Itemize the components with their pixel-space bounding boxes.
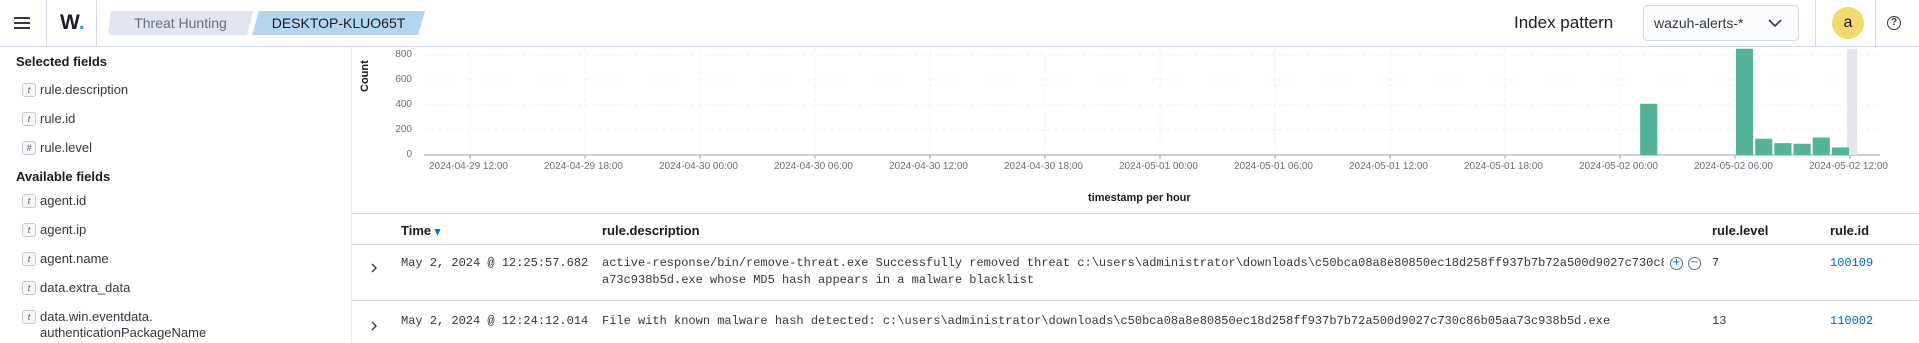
row-rule-level: 7 — [1712, 256, 1720, 270]
field-name: agent.name — [40, 251, 109, 266]
index-pattern-label: Index pattern — [1514, 13, 1614, 32]
string-type-icon: t — [22, 194, 36, 208]
x-tick-label: 2024-04-30 00:00 — [659, 161, 738, 172]
string-type-icon: t — [22, 281, 36, 295]
field-name: agent.id — [40, 193, 87, 208]
header-divider — [46, 0, 47, 47]
header-divider — [96, 0, 97, 47]
chevron-right-icon[interactable] — [368, 320, 380, 332]
x-axis-label: timestamp per hour — [1088, 192, 1191, 204]
header-divider-line — [352, 244, 1919, 245]
header-divider — [1875, 0, 1876, 47]
y-axis-label: Count — [359, 60, 371, 92]
x-tick-label: 2024-05-02 00:00 — [1579, 161, 1658, 172]
histogram-bar — [1831, 147, 1849, 155]
row-description-continued: a73c938b5d.exe whose MD5 hash appears in… — [602, 273, 1035, 287]
column-header-time[interactable]: Time ▾ — [401, 223, 440, 238]
table-top-border — [352, 213, 1919, 214]
field-name: rule.id — [40, 111, 76, 126]
filter-out-value-icon[interactable]: − — [1688, 257, 1701, 270]
index-pattern-value: wazuh-alerts-* — [1654, 15, 1744, 31]
chevron-down-icon — [1768, 19, 1782, 28]
row-description: File with known malware hash detected: c… — [602, 314, 1611, 328]
column-header-rule-level[interactable]: rule.level — [1712, 223, 1768, 238]
top-header: W. Threat Hunting DESKTOP-KLUO65T Index … — [0, 0, 1919, 47]
histogram-bar — [1736, 48, 1754, 155]
field-name-continued: authenticationPackageName — [40, 325, 207, 340]
field-name: rule.level — [40, 140, 93, 155]
x-tick-label: 2024-05-01 18:00 — [1464, 161, 1543, 172]
string-type-icon: t — [22, 83, 36, 97]
number-type-icon: # — [22, 141, 36, 155]
string-type-icon: t — [22, 223, 36, 237]
avatar[interactable]: a — [1832, 7, 1864, 39]
y-tick-label: 200 — [395, 124, 412, 135]
y-tick-label: 800 — [395, 49, 412, 60]
breadcrumb-agent[interactable]: DESKTOP-KLUO65T — [252, 11, 425, 35]
x-tick-label: 2024-04-29 18:00 — [544, 161, 623, 172]
chevron-right-icon[interactable] — [368, 262, 380, 274]
wazuh-logo[interactable]: W. — [60, 11, 85, 35]
y-tick-label: 400 — [395, 99, 412, 110]
index-pattern-select[interactable]: wazuh-alerts-* — [1643, 5, 1799, 41]
histogram-bar — [1640, 103, 1658, 155]
y-tick-label: 600 — [395, 74, 412, 85]
row-time: May 2, 2024 @ 12:24:12.014 — [401, 314, 589, 328]
row-rule-level: 13 — [1712, 314, 1727, 328]
field-name: data.win.eventdata. — [40, 309, 153, 324]
y-tick-label: 0 — [406, 149, 412, 160]
filter-for-value-icon[interactable]: + — [1670, 257, 1683, 270]
x-tick-label: 2024-04-30 18:00 — [1004, 161, 1083, 172]
x-tick-label: 2024-04-30 06:00 — [774, 161, 853, 172]
header-divider — [1815, 0, 1816, 47]
row-rule-id-link[interactable]: 110002 — [1830, 314, 1873, 328]
string-type-icon: t — [22, 112, 36, 126]
x-tick-label: 2024-04-29 12:00 — [429, 161, 508, 172]
x-tick-label: 2024-05-01 06:00 — [1234, 161, 1313, 172]
x-tick-label: 2024-05-02 06:00 — [1694, 161, 1773, 172]
histogram-bar — [1774, 143, 1792, 155]
x-tick-label: 2024-05-01 12:00 — [1349, 161, 1428, 172]
x-tick-label: 2024-05-01 00:00 — [1119, 161, 1198, 172]
field-name: rule.description — [40, 82, 129, 97]
breadcrumb-threat-hunting[interactable]: Threat Hunting — [108, 11, 253, 35]
column-header-rule-id[interactable]: rule.id — [1830, 223, 1869, 238]
current-time-band — [1847, 48, 1857, 155]
row-rule-id-link[interactable]: 100109 — [1830, 256, 1873, 270]
histogram-bar — [1812, 137, 1830, 155]
field-name: agent.ip — [40, 222, 87, 237]
x-tick-label: 2024-04-30 12:00 — [889, 161, 968, 172]
x-tick-label: 2024-05-02 12:00 — [1809, 161, 1888, 172]
string-type-icon: t — [22, 252, 36, 266]
row-time: May 2, 2024 @ 12:25:57.682 — [401, 256, 589, 270]
histogram-bar — [1755, 138, 1773, 155]
string-type-icon: t — [22, 310, 36, 324]
sort-descending-icon[interactable]: ▾ — [435, 226, 441, 238]
menu-icon[interactable] — [12, 13, 34, 33]
selected-fields-heading: Selected fields — [16, 54, 108, 69]
row-description: active-response/bin/remove-threat.exe Su… — [602, 256, 1664, 270]
help-icon[interactable]: ? — [1887, 16, 1901, 30]
row-divider — [352, 300, 1919, 301]
column-header-rule-description[interactable]: rule.description — [602, 223, 700, 238]
histogram-bar — [1793, 143, 1811, 155]
available-fields-heading: Available fields — [16, 169, 111, 184]
field-name: data.extra_data — [40, 280, 131, 295]
